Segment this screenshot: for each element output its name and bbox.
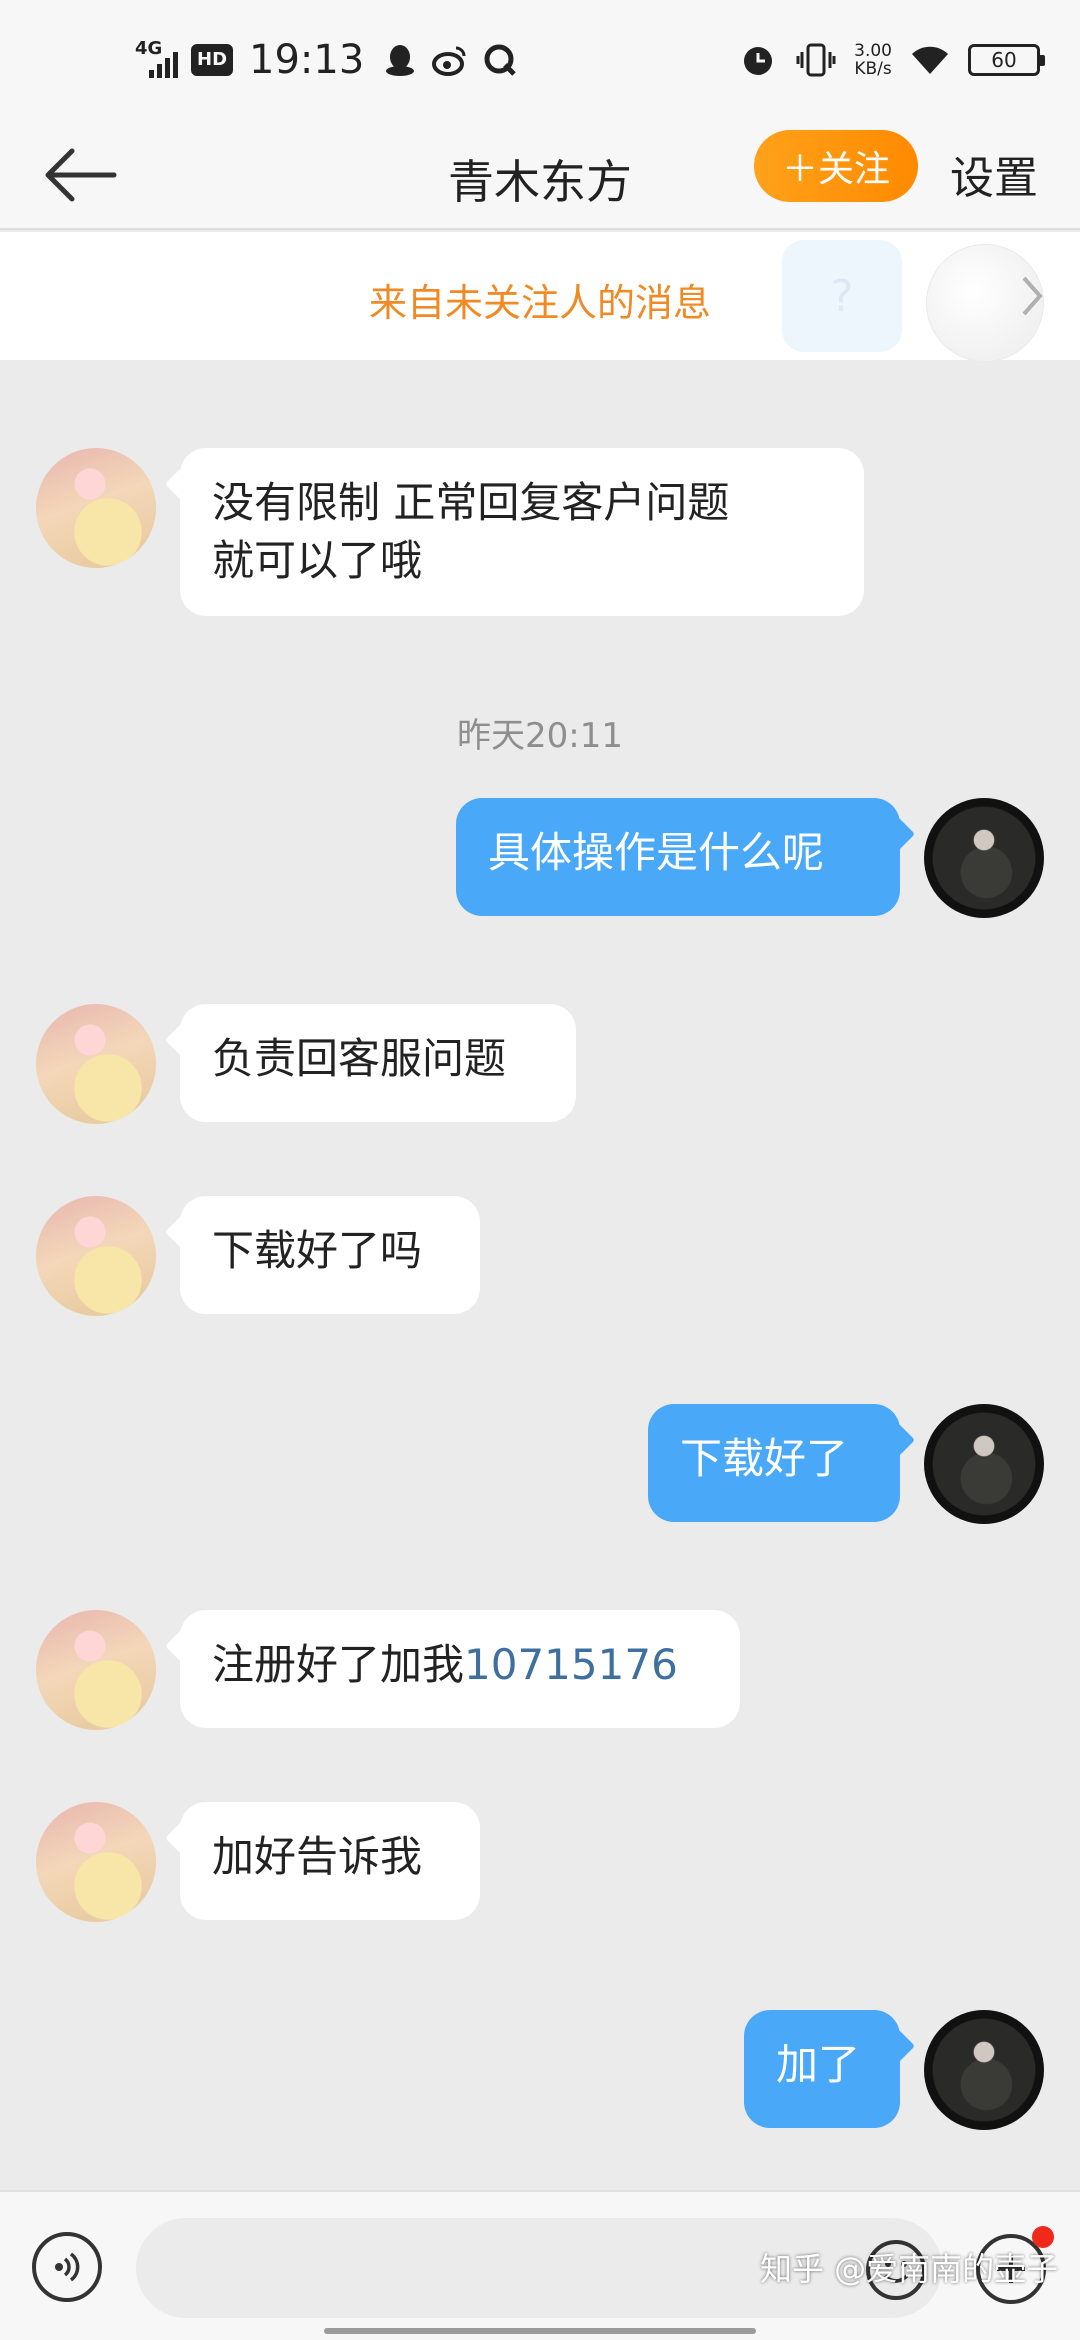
emoji-button[interactable] <box>866 2240 926 2300</box>
contact-avatar[interactable] <box>36 1802 156 1922</box>
follow-button[interactable]: ＋关注 <box>754 130 918 202</box>
stranger-message-banner[interactable]: 来自未关注人的消息 ? <box>0 232 1080 362</box>
message-bubble-incoming[interactable]: 没有限制 正常回复客户问题 就可以了哦 <box>180 448 864 616</box>
message-text: 下载好了吗 <box>212 1226 423 1275</box>
message-bubble-incoming[interactable]: 下载好了吗 <box>180 1196 480 1314</box>
battery-level: 60 <box>991 48 1017 72</box>
q-app-icon <box>480 40 520 80</box>
network-speed: 3.00 KB/s <box>854 41 892 79</box>
message-bubble-outgoing[interactable]: 加了 <box>744 2010 900 2128</box>
contact-avatar[interactable] <box>36 1004 156 1124</box>
status-time: 19:13 <box>249 37 365 83</box>
weibo-icon <box>430 40 470 80</box>
message-bubble-outgoing[interactable]: 下载好了 <box>648 1404 900 1522</box>
qq-icon <box>380 40 420 80</box>
banner-text: 来自未关注人的消息 <box>368 281 711 325</box>
chat-header: 青木东方 ＋关注 设置 <box>0 120 1080 230</box>
banner-message-preview: ? <box>782 240 902 352</box>
vibrate-icon <box>796 40 836 80</box>
hd-badge: HD <box>191 44 234 76</box>
page-title: 青木东方 <box>448 155 632 209</box>
status-left: 4G HD 19:13 <box>135 32 520 88</box>
message-text: 负责回客服问题 <box>212 1034 507 1083</box>
message-input[interactable] <box>136 2218 942 2318</box>
status-bar: 4G HD 19:13 3.00 KB/s 60 <box>0 0 1080 120</box>
voice-button[interactable] <box>32 2232 102 2302</box>
input-bar <box>0 2190 1080 2340</box>
notification-dot <box>1032 2226 1054 2248</box>
home-indicator[interactable] <box>324 2328 756 2334</box>
chevron-right-icon <box>1022 276 1043 316</box>
message-text: 没有限制 正常回复客户问题 <box>212 478 730 527</box>
back-arrow-icon <box>45 148 117 202</box>
message-timestamp: 昨天20:11 <box>457 716 623 756</box>
my-avatar[interactable] <box>924 2010 1044 2130</box>
contact-avatar[interactable] <box>36 1610 156 1730</box>
voice-icon <box>55 2252 80 2282</box>
message-bubble-incoming[interactable]: 加好告诉我 <box>180 1802 480 1920</box>
message-text: 具体操作是什么呢 <box>488 828 825 877</box>
message-number-link[interactable]: 10715176 <box>464 1640 678 1689</box>
my-avatar[interactable] <box>924 1404 1044 1524</box>
message-text: 注册好了加我 <box>212 1640 465 1689</box>
message-bubble-incoming[interactable]: 注册好了加我10715176 <box>180 1610 740 1728</box>
message-text: 就可以了哦 <box>212 536 423 585</box>
alarm-icon <box>738 40 778 80</box>
battery-icon: 60 <box>968 44 1045 76</box>
message-text: 下载好了 <box>680 1434 849 1483</box>
message-text: 加了 <box>776 2040 861 2089</box>
smiley-icon <box>883 2261 909 2283</box>
message-bubble-incoming[interactable]: 负责回客服问题 <box>180 1004 576 1122</box>
plus-icon <box>997 2255 1025 2283</box>
settings-button[interactable]: 设置 <box>950 142 1038 206</box>
message-text: 加好告诉我 <box>212 1832 423 1881</box>
wifi-icon <box>910 40 950 80</box>
contact-avatar[interactable] <box>36 1196 156 1316</box>
message-bubble-outgoing[interactable]: 具体操作是什么呢 <box>456 798 900 916</box>
my-avatar[interactable] <box>924 798 1044 918</box>
cellular-signal-icon: 4G <box>135 38 181 82</box>
back-button[interactable] <box>40 142 120 208</box>
status-right: 3.00 KB/s 60 <box>738 34 1045 86</box>
contact-avatar[interactable] <box>36 448 156 568</box>
